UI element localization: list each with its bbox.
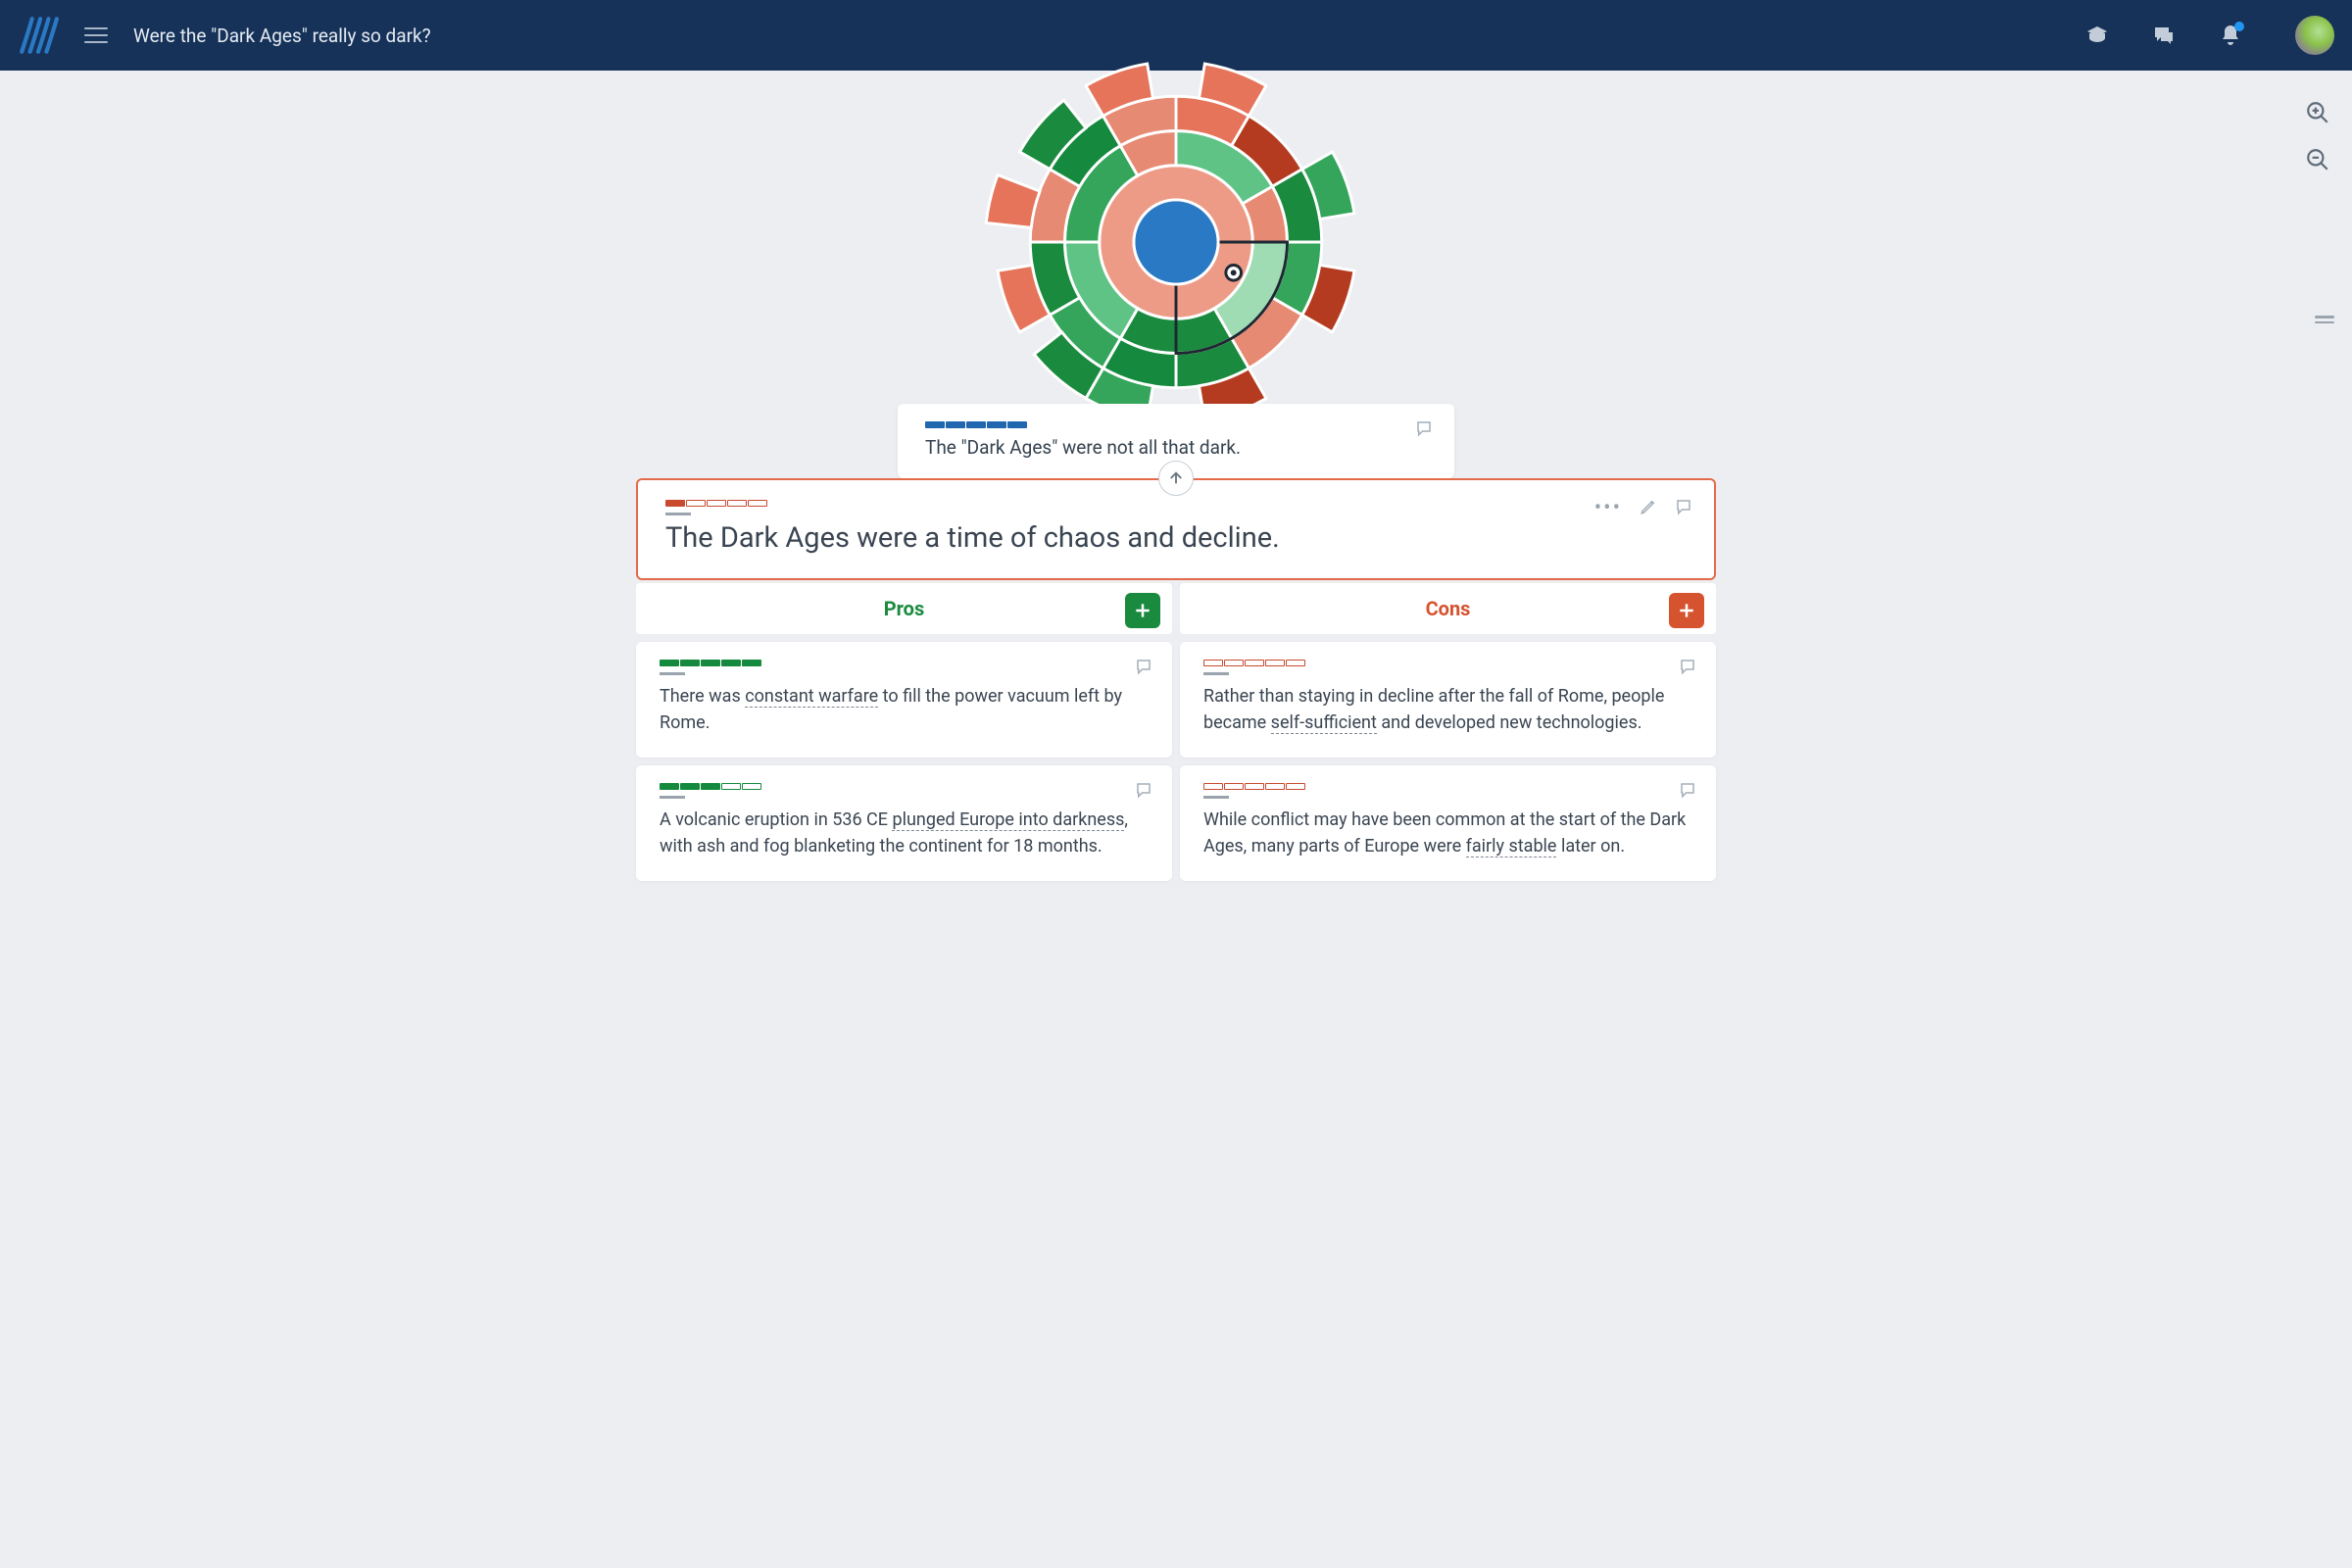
add-con-button[interactable] [1669,593,1704,628]
pro-argument-card[interactable]: A volcanic eruption in 536 CE plunged Eu… [636,765,1172,881]
argument-text: A volcanic eruption in 536 CE plunged Eu… [660,807,1149,859]
cons-label: Cons [1426,597,1471,620]
argument-text: Rather than staying in decline after the… [1203,683,1692,736]
con-argument-card[interactable]: While conflict may have been common at t… [1180,765,1716,881]
veracity-indicator [665,500,767,507]
con-argument-card[interactable]: Rather than staying in decline after the… [1180,642,1716,758]
zoom-controls [2305,100,2330,172]
comment-button[interactable] [1675,498,1692,519]
thesis-text: The "Dark Ages" were not all that dark. [925,436,1427,459]
veracity-indicator [660,660,761,666]
cons-header: Cons [1180,583,1716,634]
argument-sunburst-chart[interactable] [956,22,1396,463]
zoom-out-button[interactable] [2305,147,2330,172]
veracity-indicator [1203,660,1305,666]
veracity-indicator [1203,783,1305,790]
argument-text: There was constant warfare to fill the p… [660,683,1149,736]
zoom-in-button[interactable] [2305,100,2330,125]
cons-column: Rather than staying in decline after the… [1180,642,1716,881]
comment-button[interactable] [1679,658,1696,679]
claim-text: The Dark Ages were a time of chaos and d… [665,521,1687,555]
impact-bar [1203,672,1229,675]
comment-button[interactable] [1135,658,1152,679]
comment-button[interactable] [1679,781,1696,803]
impact-bar [1203,796,1229,799]
veracity-indicator [660,783,761,790]
argument-text: While conflict may have been common at t… [1203,807,1692,859]
navigate-up-button[interactable] [1158,461,1194,496]
veracity-indicator [925,421,1027,428]
pros-label: Pros [884,597,924,620]
impact-bar [665,513,691,515]
pros-header: Pros [636,583,1172,634]
add-pro-button[interactable] [1125,593,1160,628]
impact-bar [660,672,685,675]
edit-button[interactable] [1640,498,1657,519]
comment-button[interactable] [1135,781,1152,803]
pro-argument-card[interactable]: There was constant warfare to fill the p… [636,642,1172,758]
drag-handle-icon[interactable] [2315,316,2334,323]
impact-bar [660,796,685,799]
pros-column: There was constant warfare to fill the p… [636,642,1172,881]
comment-button[interactable] [1415,419,1433,441]
more-options-button[interactable]: ••• [1594,504,1622,514]
